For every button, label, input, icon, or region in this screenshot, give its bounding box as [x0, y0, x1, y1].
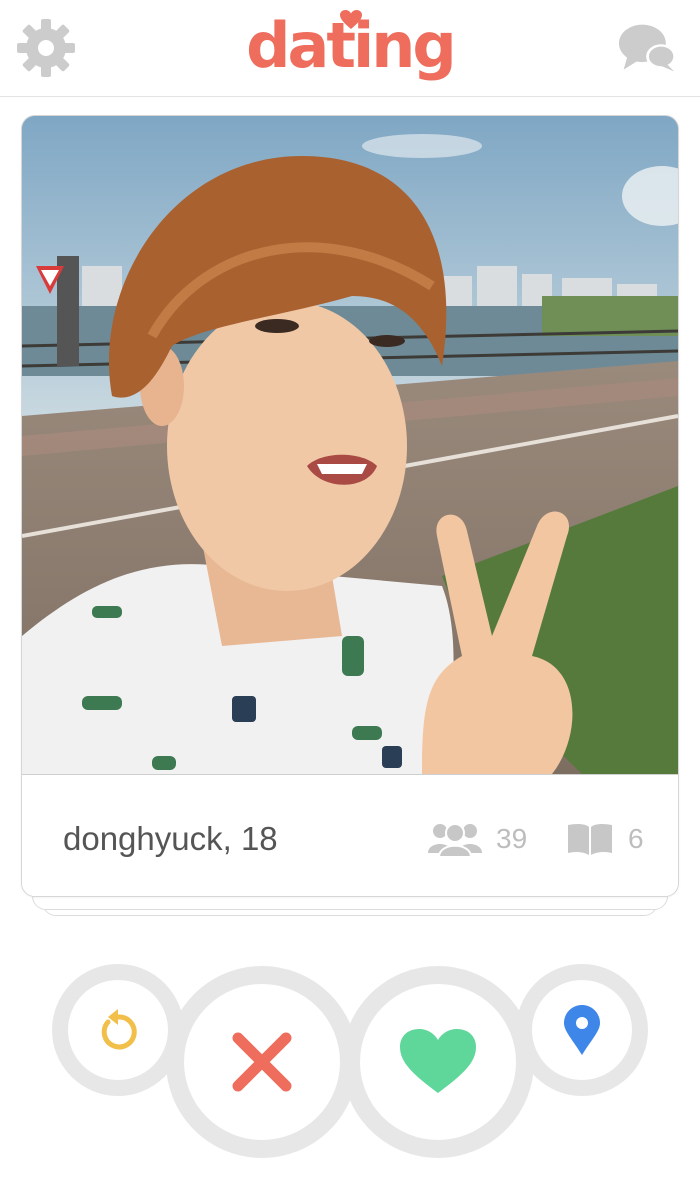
- people-icon: [428, 823, 482, 857]
- book-icon: [568, 823, 612, 855]
- profile-photo[interactable]: [22, 116, 678, 774]
- top-bar: dating: [0, 0, 700, 97]
- chat-bubbles-icon: [618, 24, 677, 72]
- pages-count: 6: [628, 823, 644, 854]
- rewind-icon: [101, 1009, 137, 1050]
- profile-card[interactable]: donghyuck, 18 39 6: [21, 115, 679, 897]
- x-icon: [232, 1032, 292, 1092]
- heart-icon: [400, 1029, 476, 1093]
- shared-interests: 6: [566, 819, 644, 859]
- like-button[interactable]: [342, 966, 534, 1158]
- friends-count: 39: [496, 823, 528, 854]
- logo-heart-icon: [340, 10, 362, 29]
- rewind-button[interactable]: [52, 964, 184, 1096]
- mutual-friends: 39: [428, 819, 527, 859]
- nope-button[interactable]: [166, 966, 358, 1158]
- messages-button[interactable]: [618, 18, 678, 78]
- profile-info-bar: donghyuck, 18 39 6: [22, 774, 678, 896]
- location-pin-icon: [564, 1005, 600, 1055]
- location-button[interactable]: [516, 964, 648, 1096]
- profile-name-age: donghyuck, 18: [63, 820, 278, 857]
